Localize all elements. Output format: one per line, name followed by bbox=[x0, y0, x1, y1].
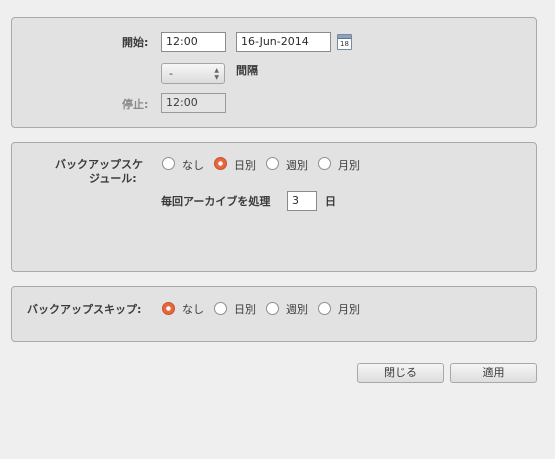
stop-label: 停止: bbox=[122, 98, 149, 111]
schedule-radio-none-label[interactable]: なし bbox=[182, 157, 204, 173]
start-label: 開始: bbox=[122, 36, 149, 49]
schedule-radio-daily[interactable] bbox=[214, 157, 227, 170]
schedule-radio-monthly-label[interactable]: 月別 bbox=[338, 157, 360, 173]
interval-value: - bbox=[169, 67, 173, 80]
close-button[interactable]: 閉じる bbox=[357, 363, 444, 383]
schedule-radio-monthly[interactable] bbox=[318, 157, 331, 170]
schedule-radio-daily-label[interactable]: 日別 bbox=[234, 157, 256, 173]
backup-schedule-label-2: ジュール: bbox=[89, 172, 137, 185]
start-date-field[interactable]: 16-Jun-2014 bbox=[236, 32, 331, 52]
stop-time-field: 12:00 bbox=[161, 93, 226, 113]
start-time-field[interactable]: 12:00 bbox=[161, 32, 226, 52]
skip-radio-weekly[interactable] bbox=[266, 302, 279, 315]
schedule-radio-weekly[interactable] bbox=[266, 157, 279, 170]
interval-label: 間隔 bbox=[236, 64, 258, 77]
archive-days-field[interactable]: 3 bbox=[287, 191, 317, 211]
skip-radio-monthly[interactable] bbox=[318, 302, 331, 315]
backup-skip-label: バックアップスキップ: bbox=[27, 303, 142, 316]
schedule-radio-weekly-label[interactable]: 週別 bbox=[286, 157, 308, 173]
apply-button[interactable]: 適用 bbox=[450, 363, 537, 383]
archive-unit: 日 bbox=[325, 195, 336, 208]
skip-radio-none[interactable] bbox=[162, 302, 175, 315]
calendar-icon[interactable]: 18 bbox=[337, 34, 352, 50]
archive-label: 毎回アーカイブを処理 bbox=[161, 195, 271, 208]
schedule-radio-none[interactable] bbox=[162, 157, 175, 170]
interval-spinbox[interactable]: - ▲ ▼ bbox=[161, 63, 225, 84]
skip-radio-daily-label[interactable]: 日別 bbox=[234, 301, 256, 317]
skip-radio-daily[interactable] bbox=[214, 302, 227, 315]
skip-radio-monthly-label[interactable]: 月別 bbox=[338, 301, 360, 317]
spin-down-icon[interactable]: ▼ bbox=[214, 75, 219, 81]
skip-radio-weekly-label[interactable]: 週別 bbox=[286, 301, 308, 317]
skip-radio-none-label[interactable]: なし bbox=[182, 301, 204, 317]
